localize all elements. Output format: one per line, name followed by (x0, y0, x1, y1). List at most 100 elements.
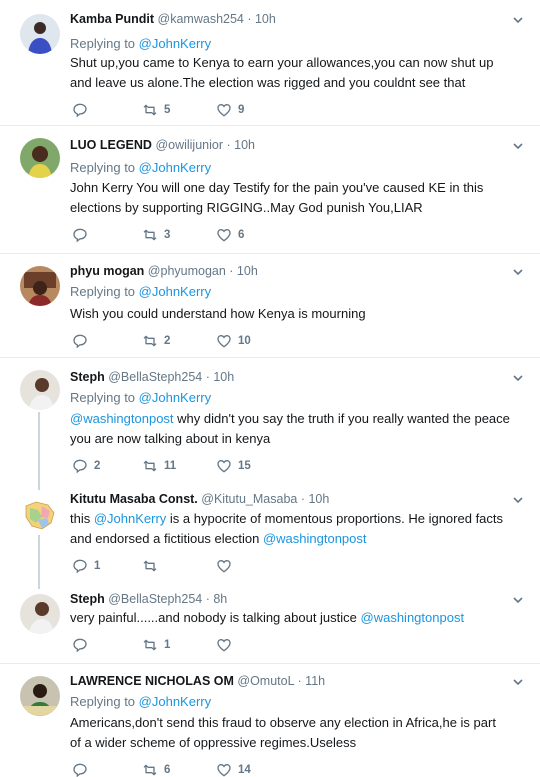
like-icon (216, 102, 232, 118)
like-count: 15 (238, 460, 251, 472)
handle[interactable]: @kamwash254 · 10h (158, 12, 276, 26)
reply-icon (72, 333, 88, 349)
tweet-5[interactable]: Kitutu Masaba Const. @Kitutu_Masaba · 10… (0, 482, 540, 582)
retweet-icon (142, 102, 158, 118)
reply-button[interactable]: 1 (72, 558, 100, 574)
reply-icon (72, 227, 88, 243)
reply-button[interactable] (72, 333, 94, 349)
like-icon (216, 762, 232, 777)
display-name[interactable]: Kitutu Masaba Const. (70, 492, 198, 506)
reply-button[interactable] (72, 637, 94, 653)
avatar[interactable] (20, 14, 60, 54)
handle[interactable]: @Kitutu_Masaba · 10h (201, 492, 329, 506)
retweet-icon (142, 227, 158, 243)
tweet-header: phyu mogan @phyumogan · 10h (70, 262, 258, 280)
tweet-4[interactable]: Steph @BellaSteph254 · 10h Replying to @… (0, 358, 540, 482)
chevron-down-icon[interactable] (512, 266, 524, 278)
retweet-button[interactable] (142, 558, 164, 574)
like-count: 9 (238, 104, 245, 116)
avatar[interactable] (20, 370, 60, 410)
replying-prefix: Replying to (70, 160, 136, 175)
like-button[interactable]: 14 (216, 762, 251, 777)
mention-link[interactable]: @JohnKerry (139, 284, 211, 299)
handle[interactable]: @BellaSteph254 · 10h (108, 370, 234, 384)
retweet-button[interactable]: 11 (142, 458, 176, 474)
retweet-button[interactable]: 5 (142, 102, 170, 118)
mention-link[interactable]: @JohnKerry (94, 511, 166, 526)
handle[interactable]: @BellaSteph254 · 8h (108, 592, 227, 606)
tweet-header: LUO LEGEND @owilijunior · 10h (70, 136, 255, 154)
avatar[interactable] (20, 138, 60, 178)
mention-link[interactable]: @washingtonpost (361, 610, 465, 625)
retweet-count: 2 (164, 335, 171, 347)
tweet-text: Shut up,you came to Kenya to earn your a… (70, 55, 494, 90)
replying-to: Replying to @JohnKerry (70, 389, 211, 407)
like-button[interactable] (216, 637, 238, 653)
handle[interactable]: @owilijunior · 10h (155, 138, 255, 152)
chevron-down-icon[interactable] (512, 140, 524, 152)
retweet-icon (142, 333, 158, 349)
display-name[interactable]: phyu mogan (70, 264, 144, 278)
tweet-2[interactable]: LUO LEGEND @owilijunior · 10h Replying t… (0, 126, 540, 254)
avatar[interactable] (20, 594, 60, 634)
display-name[interactable]: LAWRENCE NICHOLAS OM (70, 674, 234, 688)
like-button[interactable]: 9 (216, 102, 244, 118)
handle[interactable]: @OmutoL · 11h (237, 674, 325, 688)
chevron-down-icon[interactable] (512, 494, 524, 506)
tweet-6[interactable]: Steph @BellaSteph254 · 8h very painful..… (0, 582, 540, 664)
replying-to: Replying to @JohnKerry (70, 283, 211, 301)
reply-button[interactable] (72, 762, 94, 777)
tweet-text: @washingtonpost why didn't you say the t… (70, 409, 510, 449)
tweet-1[interactable]: Kamba Pundit @kamwash254 · 10h Replying … (0, 0, 540, 126)
display-name[interactable]: Steph (70, 370, 105, 384)
mention-link[interactable]: @JohnKerry (139, 36, 211, 51)
reply-button[interactable] (72, 102, 94, 118)
chevron-down-icon[interactable] (512, 14, 524, 26)
tweet-header: Steph @BellaSteph254 · 10h (70, 368, 234, 386)
chevron-down-icon[interactable] (512, 372, 524, 384)
avatar[interactable] (20, 494, 60, 534)
tweet-header: Kitutu Masaba Const. @Kitutu_Masaba · 10… (70, 490, 329, 508)
like-button[interactable]: 10 (216, 333, 251, 349)
like-icon (216, 227, 232, 243)
avatar[interactable] (20, 266, 60, 306)
display-name[interactable]: Steph (70, 592, 105, 606)
retweet-button[interactable]: 6 (142, 762, 170, 777)
mention-link[interactable]: @JohnKerry (139, 390, 211, 405)
reply-button[interactable]: 2 (72, 458, 100, 474)
display-name[interactable]: Kamba Pundit (70, 12, 154, 26)
tweet-text: this @JohnKerry is a hypocrite of moment… (70, 509, 510, 549)
reply-icon (72, 458, 88, 474)
retweet-button[interactable]: 2 (142, 333, 170, 349)
tweet-3[interactable]: phyu mogan @phyumogan · 10h Replying to … (0, 254, 540, 358)
retweet-count: 1 (164, 639, 171, 651)
tweet-text: very painful......and nobody is talking … (70, 608, 510, 628)
mention-link[interactable]: @JohnKerry (139, 160, 211, 175)
like-button[interactable]: 15 (216, 458, 251, 474)
retweet-icon (142, 558, 158, 574)
chevron-down-icon[interactable] (512, 676, 524, 688)
reply-icon (72, 762, 88, 777)
tweet-text: John Kerry You will one day Testify for … (70, 180, 484, 215)
replying-to: Replying to @JohnKerry (70, 693, 211, 711)
handle[interactable]: @phyumogan · 10h (148, 264, 258, 278)
mention-link[interactable]: @JohnKerry (139, 694, 211, 709)
display-name[interactable]: LUO LEGEND (70, 138, 152, 152)
chevron-down-icon[interactable] (512, 594, 524, 606)
avatar[interactable] (20, 676, 60, 716)
like-button[interactable] (216, 558, 238, 574)
retweet-icon (142, 762, 158, 777)
mention-link[interactable]: @washingtonpost (263, 531, 367, 546)
tweet-7[interactable]: LAWRENCE NICHOLAS OM @OmutoL · 11h Reply… (0, 664, 540, 777)
replying-to: Replying to @JohnKerry (70, 159, 211, 177)
replying-prefix: Replying to (70, 36, 136, 51)
like-button[interactable]: 6 (216, 227, 244, 243)
like-icon (216, 558, 232, 574)
reply-button[interactable] (72, 227, 94, 243)
retweet-button[interactable]: 1 (142, 637, 170, 653)
retweet-count: 3 (164, 229, 171, 241)
reply-icon (72, 102, 88, 118)
replying-prefix: Replying to (70, 390, 136, 405)
mention-link[interactable]: @washingtonpost (70, 411, 174, 426)
retweet-button[interactable]: 3 (142, 227, 170, 243)
